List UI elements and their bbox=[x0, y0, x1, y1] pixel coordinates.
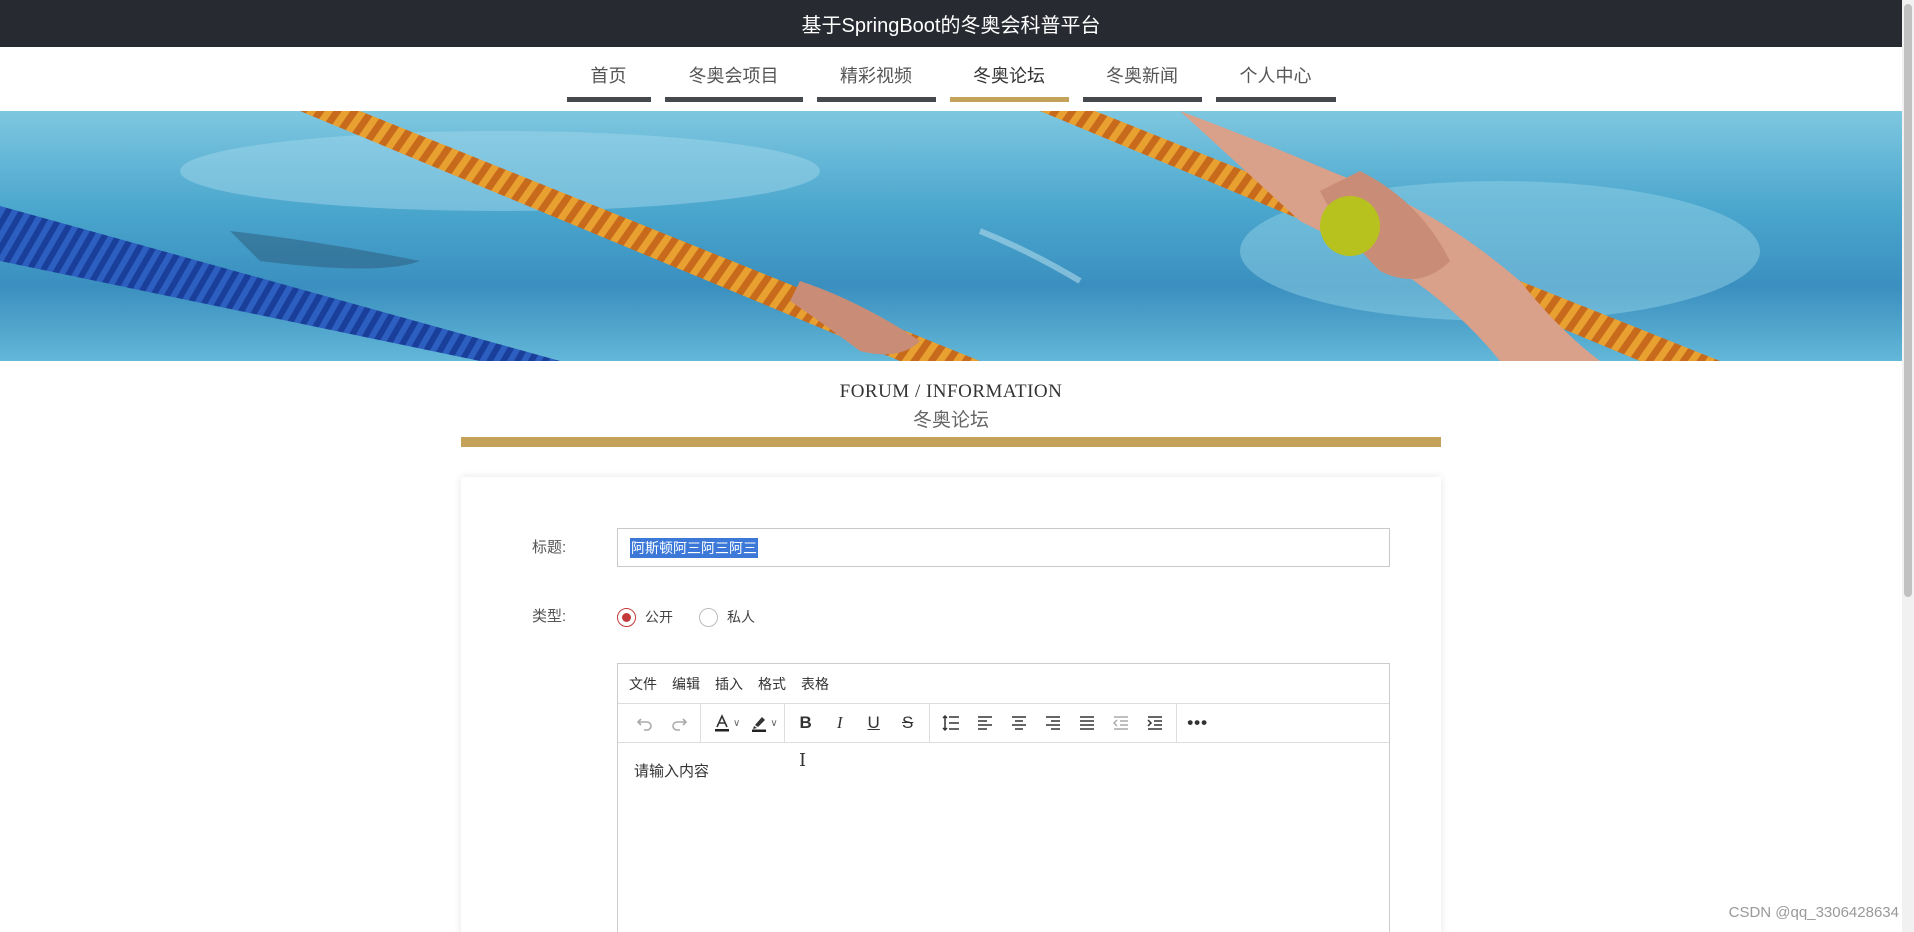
nav-item-home[interactable]: 首页 bbox=[566, 47, 651, 102]
editor-menubar: 文件 编辑 插入 格式 表格 bbox=[618, 664, 1389, 704]
align-right-icon[interactable] bbox=[1036, 708, 1070, 738]
italic-icon[interactable]: I bbox=[823, 708, 857, 738]
radio-private-label: 私人 bbox=[727, 609, 755, 625]
history-group bbox=[624, 703, 701, 743]
nav-item-events[interactable]: 冬奥会项目 bbox=[664, 47, 803, 102]
undo-icon[interactable] bbox=[628, 708, 662, 738]
nav-item-forum[interactable]: 冬奥论坛 bbox=[949, 47, 1069, 102]
color-group: ∨ ∨ bbox=[701, 703, 785, 743]
align-group bbox=[930, 703, 1177, 743]
section-title-cn: 冬奥论坛 bbox=[912, 410, 989, 431]
more-icon[interactable]: ••• bbox=[1181, 708, 1215, 738]
menu-edit[interactable]: 编辑 bbox=[672, 674, 700, 694]
outdent-icon[interactable] bbox=[1104, 708, 1138, 738]
more-group: ••• bbox=[1177, 704, 1219, 743]
radio-private[interactable]: 私人 bbox=[699, 607, 755, 627]
menu-insert[interactable]: 插入 bbox=[715, 674, 743, 694]
title-label: 标题: bbox=[532, 539, 567, 556]
nav-label: 首页 bbox=[590, 66, 627, 86]
main-nav: 首页 冬奥会项目 精彩视频 冬奥论坛 冬奥新闻 个人中心 bbox=[0, 47, 1902, 110]
menu-table[interactable]: 表格 bbox=[801, 674, 829, 694]
align-justify-icon[interactable] bbox=[1070, 708, 1104, 738]
style-group: B I U S bbox=[785, 703, 930, 743]
editor-toolbar: ∨ ∨ B I U S ••• bbox=[618, 703, 1389, 743]
menu-file[interactable]: 文件 bbox=[629, 674, 657, 694]
radio-public[interactable]: 公开 bbox=[617, 607, 673, 627]
strikethrough-icon[interactable]: S bbox=[891, 708, 925, 738]
type-label: 类型: bbox=[532, 608, 567, 625]
align-left-icon[interactable] bbox=[968, 708, 1002, 738]
section-title-en: FORUM / INFORMATION bbox=[839, 381, 1063, 402]
section-heading: FORUM / INFORMATION 冬奥论坛 bbox=[0, 381, 1902, 432]
nav-label: 冬奥论坛 bbox=[973, 66, 1045, 86]
editor-placeholder: 请输入内容 bbox=[634, 763, 710, 780]
chevron-down-icon[interactable]: ∨ bbox=[770, 718, 777, 729]
watermark: CSDN @qq_3306428634 bbox=[1728, 904, 1899, 921]
rich-text-editor: 文件 编辑 插入 格式 表格 ∨ ∨ B I U S ••• 请输入内容 I bbox=[617, 663, 1390, 932]
nav-item-profile[interactable]: 个人中心 bbox=[1215, 47, 1336, 102]
nav-label: 冬奥会项目 bbox=[688, 66, 779, 86]
hero-banner bbox=[0, 111, 1902, 361]
nav-item-news[interactable]: 冬奥新闻 bbox=[1082, 47, 1202, 102]
nav-label: 个人中心 bbox=[1239, 66, 1312, 86]
title-input-value: 阿斯顿阿三阿三阿三 bbox=[630, 537, 758, 558]
app-title: 基于SpringBoot的冬奥会科普平台 bbox=[801, 15, 1101, 37]
bold-icon[interactable]: B bbox=[789, 708, 823, 738]
title-input[interactable]: 阿斯顿阿三阿三阿三 bbox=[617, 528, 1390, 567]
text-cursor-icon: I bbox=[799, 750, 807, 771]
nav-label: 精彩视频 bbox=[840, 66, 912, 86]
nav-item-videos[interactable]: 精彩视频 bbox=[816, 47, 936, 102]
menu-format[interactable]: 格式 bbox=[758, 674, 786, 694]
page-scrollbar[interactable] bbox=[1902, 0, 1914, 932]
section-divider bbox=[461, 437, 1441, 447]
nav-label: 冬奥新闻 bbox=[1106, 66, 1178, 86]
align-center-icon[interactable] bbox=[1002, 708, 1036, 738]
radio-public-label: 公开 bbox=[645, 609, 673, 625]
swimming-pool-image bbox=[0, 111, 1760, 361]
editor-content[interactable]: 请输入内容 I bbox=[618, 743, 1389, 798]
radio-circle bbox=[699, 607, 718, 627]
radio-circle bbox=[617, 607, 636, 627]
chevron-down-icon[interactable]: ∨ bbox=[733, 718, 740, 729]
scrollbar-thumb[interactable] bbox=[1904, 4, 1912, 597]
underline-icon[interactable]: U bbox=[857, 708, 891, 738]
redo-icon[interactable] bbox=[662, 708, 696, 738]
line-height-icon[interactable] bbox=[934, 708, 968, 738]
indent-icon[interactable] bbox=[1138, 708, 1172, 738]
app-header: 基于SpringBoot的冬奥会科普平台 bbox=[0, 0, 1902, 47]
